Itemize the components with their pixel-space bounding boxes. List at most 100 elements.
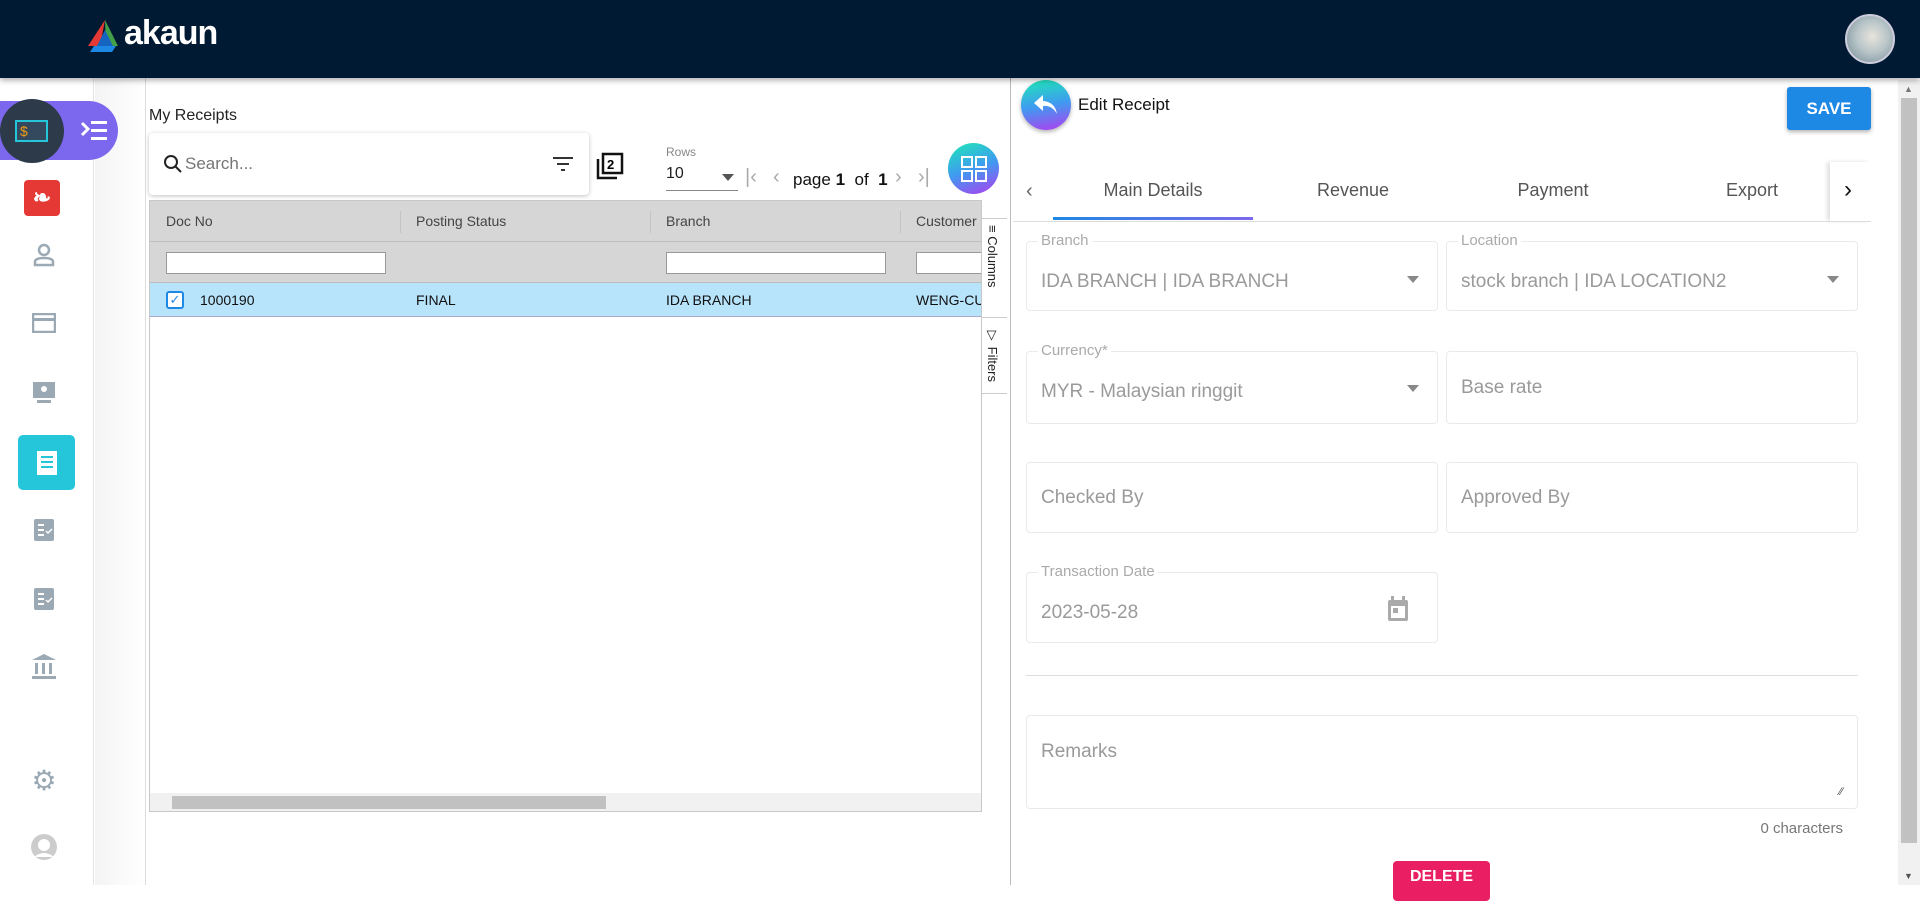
base-rate-placeholder: Base rate: [1461, 377, 1543, 398]
side-tool-panel: ≡ Columns ▽ Filters: [981, 200, 1007, 812]
transaction-date-value: 2023-05-28: [1041, 602, 1139, 623]
checked-by-placeholder: Checked By: [1041, 487, 1144, 508]
billing-icon: $: [15, 120, 48, 142]
rows-label: Rows: [666, 145, 697, 159]
scrollbar-thumb[interactable]: [1901, 98, 1917, 843]
search-box: [149, 133, 589, 195]
remarks-textarea[interactable]: Remarks ∕∕: [1026, 715, 1858, 809]
tabs-prev-icon[interactable]: ‹: [1026, 180, 1033, 203]
chevron-down-icon: [1407, 385, 1419, 392]
bank-icon[interactable]: [28, 651, 60, 683]
panel-divider: [1010, 78, 1011, 885]
currency-value: MYR - Malaysian ringgit: [1041, 381, 1243, 402]
chevron-down-icon: [1827, 276, 1839, 283]
customer-filter-input[interactable]: [916, 252, 986, 274]
search-input[interactable]: [185, 151, 525, 177]
search-icon: [164, 155, 182, 173]
menu-toggle-button[interactable]: $: [0, 99, 118, 163]
tab-main-details[interactable]: Main Details: [1103, 180, 1202, 201]
column-header-posting-status[interactable]: Posting Status: [416, 213, 506, 229]
scrollbar-thumb[interactable]: [172, 796, 606, 809]
currency-select[interactable]: Currency* MYR - Malaysian ringgit: [1026, 342, 1438, 424]
menu-collapse-icon: [80, 121, 107, 140]
resize-handle-icon[interactable]: ∕∕: [1839, 786, 1843, 798]
active-tab-indicator: [1053, 217, 1253, 220]
branch-select[interactable]: Branch IDA BRANCH | IDA BRANCH: [1026, 232, 1438, 311]
doc-no-filter-input[interactable]: [166, 252, 386, 274]
settings-gear-icon[interactable]: ⚙: [28, 764, 60, 796]
contacts-icon[interactable]: [28, 239, 60, 271]
tab-payment[interactable]: Payment: [1517, 180, 1588, 201]
chevron-down-icon: [722, 174, 734, 181]
chevron-down-icon: [1407, 276, 1419, 283]
profile-icon[interactable]: [28, 831, 60, 863]
cell-doc-no: 1000190: [200, 292, 255, 308]
table-row[interactable]: ✓ 1000190 FINAL IDA BRANCH WENG-CU: [150, 283, 981, 317]
back-button[interactable]: [1021, 80, 1071, 130]
section-divider: [1026, 675, 1858, 676]
branch-value: IDA BRANCH | IDA BRANCH: [1041, 271, 1289, 292]
receipt-icon: [36, 450, 57, 475]
remarks-char-counter: 0 characters: [1760, 820, 1843, 837]
approved-by-placeholder: Approved By: [1461, 487, 1570, 508]
app-menu-button[interactable]: $: [0, 99, 64, 163]
reply-arrow-icon: [1034, 95, 1057, 114]
horizontal-scrollbar[interactable]: [150, 793, 981, 811]
location-label: Location: [1458, 232, 1521, 249]
checklist-icon[interactable]: [28, 583, 60, 615]
tab-revenue[interactable]: Revenue: [1317, 180, 1389, 201]
receipts-grid: Doc No Posting Status Branch Customer ✓ …: [149, 200, 1007, 812]
base-rate-input[interactable]: Base rate: [1446, 351, 1858, 424]
checked-by-input[interactable]: Checked By: [1026, 462, 1438, 533]
checklist-icon[interactable]: [28, 514, 60, 546]
monitor-icon[interactable]: [28, 376, 60, 408]
transaction-date-label: Transaction Date: [1038, 563, 1158, 580]
location-value: stock branch | IDA LOCATION2: [1461, 271, 1727, 292]
tabs-next-icon: ›: [1844, 176, 1852, 203]
sidebar-item-receipts[interactable]: [18, 435, 75, 490]
pager-text: page 1 of 1: [793, 170, 888, 189]
edit-receipt-title: Edit Receipt: [1078, 95, 1170, 114]
cell-posting-status: FINAL: [416, 292, 456, 308]
branch-filter-input[interactable]: [666, 252, 886, 274]
column-header-branch[interactable]: Branch: [666, 213, 710, 229]
remarks-placeholder: Remarks: [1041, 741, 1118, 762]
delete-button[interactable]: DELETE: [1393, 861, 1490, 901]
scroll-down-icon[interactable]: ▼: [1904, 871, 1913, 881]
filter-icon[interactable]: [553, 156, 573, 172]
tabs-divider: [1013, 221, 1871, 222]
divider: [145, 78, 146, 885]
branch-label: Branch: [1038, 232, 1092, 249]
grid-view-button[interactable]: [948, 143, 999, 194]
scroll-up-icon[interactable]: ▲: [1904, 84, 1913, 94]
last-page-icon[interactable]: ›|: [918, 166, 930, 189]
user-avatar[interactable]: [1845, 14, 1895, 64]
card-icon[interactable]: [28, 307, 60, 339]
column-header-doc-no[interactable]: Doc No: [166, 213, 213, 229]
svg-text:2: 2: [607, 157, 614, 172]
columns-tab[interactable]: ≡ Columns: [982, 218, 1007, 318]
sidebar-shade: [95, 78, 145, 885]
calendar-icon[interactable]: [1387, 596, 1409, 622]
grid-filter-row: [150, 242, 986, 283]
cell-customer: WENG-CU: [916, 292, 981, 308]
prev-page-icon[interactable]: ‹: [773, 166, 780, 189]
list-title: My Receipts: [149, 107, 238, 124]
location-select[interactable]: Location stock branch | IDA LOCATION2: [1446, 232, 1858, 311]
approved-by-input[interactable]: Approved By: [1446, 462, 1858, 533]
row-checkbox[interactable]: ✓: [166, 291, 184, 309]
column-header-customer[interactable]: Customer: [916, 213, 977, 229]
tabs-next-button[interactable]: ›: [1830, 162, 1870, 221]
rows-value: 10: [666, 165, 684, 182]
filter-count-icon[interactable]: 2: [596, 152, 624, 180]
first-page-icon[interactable]: |‹: [745, 166, 757, 189]
next-page-icon[interactable]: ›: [895, 166, 902, 189]
top-header: akaun: [0, 0, 1920, 78]
filters-tab[interactable]: ▽ Filters: [982, 318, 1007, 394]
tab-export[interactable]: Export: [1726, 180, 1778, 201]
transaction-date-input[interactable]: Transaction Date 2023-05-28: [1026, 563, 1438, 643]
vertical-scrollbar[interactable]: ▲ ▼: [1898, 80, 1920, 885]
rows-select[interactable]: 10: [666, 163, 738, 191]
save-button[interactable]: SAVE: [1787, 87, 1871, 130]
acrobat-icon[interactable]: ❧: [24, 180, 60, 216]
